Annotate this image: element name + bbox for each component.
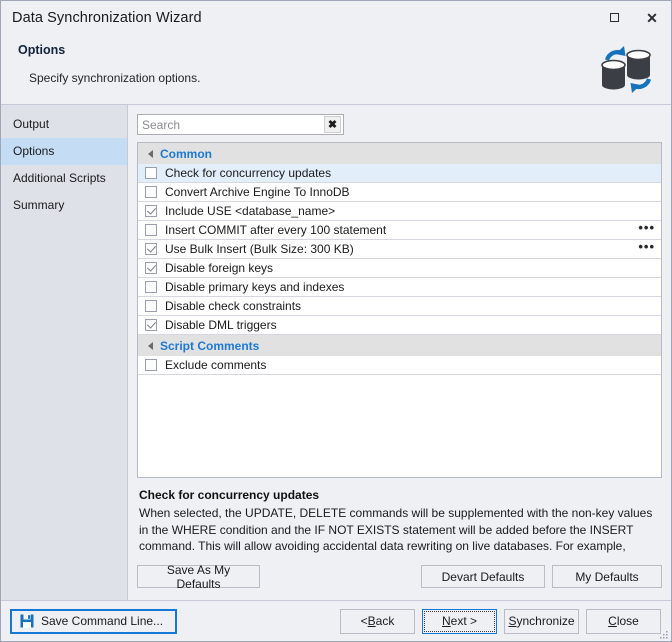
more-options-icon[interactable]: ••• [638, 221, 655, 236]
sidebar-item-summary[interactable]: Summary [1, 192, 127, 219]
collapse-arrow-icon[interactable] [148, 149, 153, 158]
option-label: Convert Archive Engine To InnoDB [165, 185, 350, 199]
checkbox-disable-primary-keys-and-indexes[interactable] [145, 281, 157, 293]
title-bar: Data Synchronization Wizard ✕ [1, 1, 671, 34]
next-button[interactable]: Next > [422, 608, 497, 634]
devart-defaults-button[interactable]: Devart Defaults [421, 565, 545, 588]
page-subtitle: Specify synchronization options. [29, 71, 201, 85]
data-synchronization-wizard-window: Data Synchronization Wizard ✕ Options Sp… [0, 0, 672, 642]
more-options-icon[interactable]: ••• [638, 240, 655, 255]
my-defaults-button[interactable]: My Defaults [552, 565, 662, 588]
maximize-icon [609, 13, 619, 22]
table-row[interactable]: Insert COMMIT after every 100 statement … [138, 221, 661, 240]
options-list[interactable]: Common Check for concurrency updates Con… [137, 142, 662, 478]
search-row: ✖ [137, 114, 662, 135]
group-label-common: Common [160, 146, 212, 161]
page-title: Options [18, 43, 66, 57]
description-text: When selected, the UPDATE, DELETE comman… [139, 506, 653, 553]
option-label: Disable foreign keys [165, 261, 274, 275]
sidebar-item-options[interactable]: Options [1, 138, 127, 165]
sidebar-item-additional-scripts[interactable]: Additional Scripts [1, 165, 127, 192]
checkbox-disable-foreign-keys[interactable] [145, 262, 157, 274]
wizard-footer: Save Command Line... < Back Next > Synch… [1, 600, 671, 641]
close-dialog-button[interactable]: Close [586, 608, 661, 634]
checkbox-use-bulk-insert[interactable] [145, 243, 157, 255]
checkbox-disable-check-constraints[interactable] [145, 300, 157, 312]
clear-search-icon[interactable]: ✖ [324, 116, 341, 133]
table-row[interactable]: Disable foreign keys [138, 259, 661, 278]
table-row[interactable]: Include USE <database_name> [138, 202, 661, 221]
option-label: Disable check constraints [165, 299, 302, 313]
table-row[interactable]: Disable check constraints [138, 297, 661, 316]
option-label: Include USE <database_name> [165, 204, 336, 218]
save-command-line-button[interactable]: Save Command Line... [10, 608, 178, 634]
checkbox-convert-archive-engine-to-innodb[interactable] [145, 186, 157, 198]
option-label: Disable DML triggers [165, 318, 277, 332]
option-label: Exclude comments [165, 358, 267, 372]
option-label: Insert COMMIT after every 100 statement [165, 223, 387, 237]
search-input[interactable] [142, 116, 324, 133]
group-label-script-comments: Script Comments [160, 338, 260, 353]
table-row[interactable]: Convert Archive Engine To InnoDB [138, 183, 661, 202]
checkbox-insert-commit-after-every-100-statement[interactable] [145, 224, 157, 236]
sidebar-item-output[interactable]: Output [1, 111, 127, 138]
checkbox-include-use-database-name[interactable] [145, 205, 157, 217]
resize-grip-icon[interactable] [659, 630, 669, 640]
maximize-button[interactable] [595, 4, 633, 31]
database-sync-icon [601, 46, 652, 93]
description-title: Check for concurrency updates [139, 488, 320, 502]
defaults-button-row: Save As My Defaults Devart Defaults My D… [137, 563, 662, 596]
option-label: Check for concurrency updates [165, 166, 332, 180]
wizard-steps-sidebar: Output Options Additional Scripts Summar… [1, 105, 128, 600]
close-button[interactable]: ✕ [633, 4, 671, 31]
table-row[interactable]: Use Bulk Insert (Bulk Size: 300 KB) ••• [138, 240, 661, 259]
save-command-line-label: Save Command Line... [41, 614, 164, 628]
option-description: Check for concurrency updates When selec… [137, 488, 662, 555]
checkbox-check-for-concurrency-updates[interactable] [145, 167, 157, 179]
window-title: Data Synchronization Wizard [12, 9, 202, 26]
options-content: ✖ Common Check for concurrency updates C… [128, 105, 671, 600]
synchronize-button[interactable]: Synchronize [504, 608, 579, 634]
wizard-body: Output Options Additional Scripts Summar… [1, 105, 671, 600]
page-header: Options Specify synchronization options. [1, 34, 671, 105]
back-button[interactable]: < Back [340, 608, 415, 634]
checkbox-exclude-comments[interactable] [145, 359, 157, 371]
checkbox-disable-dml-triggers[interactable] [145, 319, 157, 331]
search-box[interactable]: ✖ [137, 114, 344, 135]
option-label: Use Bulk Insert (Bulk Size: 300 KB) [165, 242, 354, 256]
table-row[interactable]: Check for concurrency updates [138, 164, 661, 183]
table-row[interactable]: Disable DML triggers [138, 316, 661, 335]
floppy-disk-icon [20, 614, 34, 628]
options-group-header-common[interactable]: Common [138, 143, 661, 164]
options-group-header-script-comments[interactable]: Script Comments [138, 335, 661, 356]
save-as-my-defaults-button[interactable]: Save As My Defaults [137, 563, 260, 591]
options-list-empty-area [138, 375, 661, 477]
collapse-arrow-icon[interactable] [148, 341, 153, 350]
option-label: Disable primary keys and indexes [165, 280, 345, 294]
close-icon: ✕ [646, 9, 658, 26]
table-row[interactable]: Disable primary keys and indexes [138, 278, 661, 297]
table-row[interactable]: Exclude comments [138, 356, 661, 375]
